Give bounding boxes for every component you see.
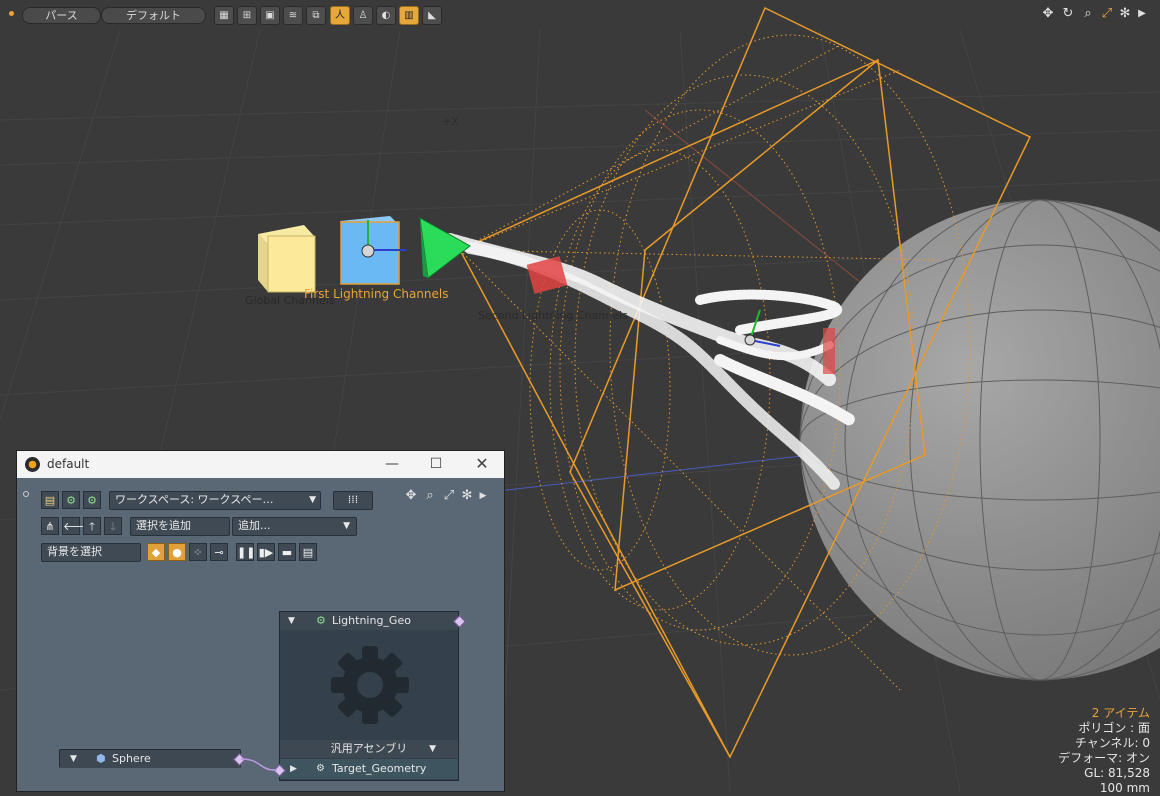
assembly-footer[interactable]: 汎用アセンブリ ▼ (280, 740, 458, 758)
corner-icon[interactable]: ◣ (422, 6, 442, 25)
arrow-left-icon[interactable]: 🡐 (62, 517, 93, 535)
viewport-toolbar: パース デフォルト ▦ ⊞ ▣ ≋ ⧉ 人 ♙ ◐ ▥ ◣ ✥ ↻ ⌕ ⤢ ✻ … (0, 0, 1160, 28)
first-lightning-label: First Lightning Channels (304, 287, 449, 301)
add-node-icon[interactable]: ▤ (41, 491, 59, 509)
fit-icon[interactable]: ⤢ (441, 487, 457, 505)
lightning-geo-node[interactable]: ▼ ⚙ Lightning_Geo 汎用アセンブリ ▼ ▶ ⚙ Target_G… (279, 611, 459, 781)
channel-gear-icon: ⚙ (316, 763, 325, 774)
sphere-node[interactable]: ▼ ⬢ Sphere (59, 749, 241, 768)
assembly-footer-label: 汎用アセンブリ (330, 742, 408, 755)
zoom-view-icon[interactable]: ⌕ (1080, 5, 1096, 23)
dots-grid-icon[interactable]: ⁘ (189, 543, 207, 561)
sphere-node-header[interactable]: ▼ ⬢ Sphere (60, 750, 240, 768)
add-selection-button[interactable]: 選択を追加 (130, 517, 230, 536)
half-icon[interactable]: ◐ (376, 6, 396, 25)
layout-grid-icon: ⁞⁞⁞ (347, 493, 359, 506)
hierarchy-icon[interactable]: ⋔ (41, 517, 59, 535)
pan-icon[interactable]: ✥ (403, 487, 419, 505)
arrow-down-icon[interactable]: 🡓 (104, 517, 122, 535)
workspace-dropdown-label: ワークスペース: ワークスペー… (115, 493, 274, 506)
lightning-geo-node-header[interactable]: ▼ ⚙ Lightning_Geo (280, 612, 458, 630)
assembly-gear-icon (331, 646, 409, 724)
gl-stat: GL: 81,528 (1084, 766, 1150, 780)
columns-icon[interactable]: ▥ (399, 6, 419, 25)
sphere-name: Sphere (112, 752, 151, 765)
add-dropdown[interactable]: 追加... ▼ (232, 517, 357, 536)
zoom-icon[interactable]: ⌕ (422, 487, 438, 505)
close-icon[interactable]: ✕ (471, 454, 493, 474)
maximize-view-icon[interactable]: ⤢ (1099, 5, 1115, 23)
deformer-stat: デフォーマ: オン (1058, 751, 1150, 765)
gear-icon[interactable]: ✻ (1117, 5, 1133, 23)
line-connect-icon[interactable]: ⊸ (210, 543, 228, 561)
more-arrow-icon[interactable]: ▶ (475, 487, 491, 505)
window-icon[interactable]: ▤ (299, 543, 317, 561)
first-lightning-cube (340, 216, 406, 285)
arrow-up-icon[interactable]: 🡑 (83, 517, 101, 535)
item-count: 2 アイテム (1091, 706, 1150, 720)
select-background-button[interactable]: 背景を選択 (41, 543, 141, 562)
node-gear-icon[interactable]: ⚙ (62, 491, 80, 509)
schematic-window: default — ☐ ✕ ▤ ⚙ ⚙ ワークスペース: ワークスペー… ▼ ⁞… (16, 450, 505, 792)
lightning-geo-name: Lightning_Geo (332, 614, 411, 627)
blank-icon[interactable]: ▬ (278, 543, 296, 561)
rotate-view-icon[interactable]: ↻ (1060, 5, 1076, 23)
pause-icon[interactable]: ❚❚ (236, 543, 255, 561)
chevron-down-icon: ▼ (309, 495, 316, 505)
global-channels-cube (258, 225, 316, 293)
shading-mode-button[interactable]: デフォルト (101, 7, 206, 24)
assembly-icon: ⚙ (316, 614, 326, 627)
channel-stat: チャンネル: 0 (1074, 736, 1150, 750)
scale-stat: 100 mm (1099, 781, 1150, 795)
maximize-icon[interactable]: ☐ (425, 454, 447, 474)
move-view-icon[interactable]: ✥ (1040, 5, 1056, 23)
minimize-icon[interactable]: — (381, 454, 403, 474)
add-dropdown-label: 追加... (238, 519, 271, 532)
frame-icon[interactable]: ▣ (260, 6, 280, 25)
second-lightning-label: Second Lightning Channels (478, 309, 628, 322)
panel-menu-icon[interactable] (23, 491, 29, 497)
layout-button[interactable]: ⁞⁞⁞ (333, 491, 373, 510)
app-logo-icon (25, 457, 40, 472)
viewport-menu-dot-icon[interactable] (9, 11, 14, 16)
expand-arrow-icon[interactable]: ▶ (1134, 5, 1150, 23)
person-icon[interactable]: 人 (330, 6, 350, 25)
window-titlebar[interactable]: default — ☐ ✕ (17, 451, 504, 478)
mesh-icon: ⬢ (96, 752, 106, 765)
step-icon[interactable]: ▮▶ (257, 543, 275, 561)
sphere-collapse-icon[interactable]: ▼ (70, 750, 77, 768)
window-title: default (47, 457, 90, 471)
settings-icon[interactable]: ✻ (459, 487, 475, 505)
checker-icon[interactable]: ▦ (214, 6, 234, 25)
grid-icon[interactable]: ⊞ (237, 6, 257, 25)
figure-icon[interactable]: ♙ (353, 6, 373, 25)
diamond-link-icon[interactable]: ◆ (147, 543, 165, 561)
add-chevron-down-icon: ▼ (343, 521, 350, 531)
axis-label: +X (442, 115, 459, 128)
target-geometry-label: Target_Geometry (332, 762, 427, 775)
node-gear-alt-icon[interactable]: ⚙ (83, 491, 101, 509)
target-geometry-input[interactable]: ▶ ⚙ Target_Geometry (280, 759, 458, 779)
node-link-wire[interactable] (237, 753, 297, 783)
collapse-triangle-icon[interactable]: ▼ (288, 612, 295, 630)
copy-icon[interactable]: ⧉ (306, 6, 326, 25)
footer-chevron-down-icon: ▼ (429, 744, 436, 754)
polygon-stat: ポリゴン : 面 (1078, 721, 1150, 735)
hair-icon[interactable]: ≋ (283, 6, 303, 25)
workspace-dropdown[interactable]: ワークスペース: ワークスペー… ▼ (109, 491, 321, 510)
circle-link-icon[interactable]: ● (168, 543, 186, 561)
viewport-stats: 2 アイテム ポリゴン : 面 チャンネル: 0 デフォーマ: オン GL: 8… (1058, 706, 1150, 796)
view-mode-button[interactable]: パース (22, 7, 101, 24)
